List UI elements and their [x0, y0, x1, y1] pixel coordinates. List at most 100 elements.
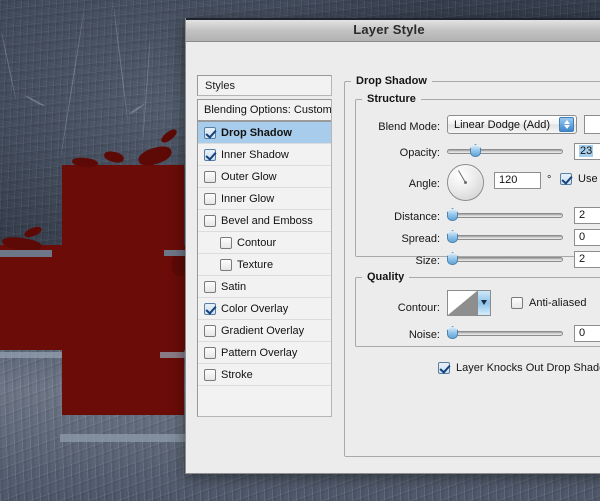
blend-mode-label: Blend Mode:: [378, 121, 440, 133]
layer-knocks-out-label: Layer Knocks Out Drop Shadow: [456, 362, 600, 374]
style-label: Texture: [237, 258, 274, 271]
styles-list[interactable]: Blending Options: Custom Drop Shadow Inn…: [197, 99, 332, 417]
angle-value: 120: [499, 174, 518, 186]
distance-slider[interactable]: [447, 208, 563, 222]
style-row-texture[interactable]: Texture: [198, 254, 331, 276]
slider-knob[interactable]: [447, 326, 458, 339]
slider-track: [447, 257, 563, 262]
dialog-title: Layer Style: [353, 22, 425, 37]
paint-splatter: [103, 149, 125, 165]
checkbox-anti-aliased[interactable]: [511, 297, 523, 309]
chevron-down-icon[interactable]: [477, 291, 490, 315]
checkbox-texture[interactable]: [220, 258, 232, 271]
angle-hub: [464, 181, 467, 184]
noise-input[interactable]: 0: [574, 325, 600, 342]
style-row-color-overlay[interactable]: Color Overlay: [198, 298, 331, 320]
spread-slider[interactable]: [447, 230, 563, 244]
style-label: Outer Glow: [221, 170, 277, 183]
checkbox-pattern-overlay[interactable]: [204, 346, 216, 359]
contour-preset-picker[interactable]: [447, 290, 491, 316]
style-row-bevel-and-emboss[interactable]: Bevel and Emboss: [198, 210, 331, 232]
style-row-inner-glow[interactable]: Inner Glow: [198, 188, 331, 210]
angle-input[interactable]: 120: [494, 172, 541, 189]
slider-track: [447, 331, 563, 336]
opacity-slider[interactable]: [447, 144, 563, 158]
style-label: Pattern Overlay: [221, 346, 298, 359]
metal-chip: [0, 352, 62, 358]
quality-group-label: Quality: [367, 271, 405, 283]
opacity-value: 23: [579, 145, 594, 157]
checkbox-bevel-and-emboss[interactable]: [204, 214, 216, 227]
style-row-outer-glow[interactable]: Outer Glow: [198, 166, 331, 188]
checkbox-outer-glow[interactable]: [204, 170, 216, 183]
style-label: Satin: [221, 280, 247, 293]
shadow-color-swatch[interactable]: [584, 115, 600, 134]
checkbox-use-global-light[interactable]: [560, 173, 572, 185]
dialog-titlebar[interactable]: Layer Style: [186, 18, 600, 42]
slider-track: [447, 149, 563, 154]
distance-value: 2: [579, 209, 586, 221]
distance-input[interactable]: 2: [574, 207, 600, 224]
contour-curve-preview: [448, 291, 477, 315]
slider-knob[interactable]: [447, 208, 458, 221]
checkbox-contour[interactable]: [220, 236, 232, 249]
checkbox-stroke[interactable]: [204, 368, 216, 381]
opacity-input[interactable]: 23: [574, 143, 600, 160]
anti-aliased-row[interactable]: Anti-aliased: [511, 297, 586, 309]
metal-chip: [0, 250, 52, 257]
checkbox-inner-shadow[interactable]: [204, 148, 216, 161]
spread-label: Spread:: [401, 233, 440, 245]
checkbox-drop-shadow[interactable]: [204, 126, 216, 139]
size-label: Size:: [415, 255, 440, 267]
style-label: Inner Shadow: [221, 148, 289, 161]
size-value: 2: [579, 253, 586, 265]
slider-knob[interactable]: [447, 230, 458, 243]
size-input[interactable]: 2: [574, 251, 600, 268]
structure-group-label: Structure: [367, 93, 416, 105]
blending-options-row[interactable]: Blending Options: Custom: [198, 100, 331, 122]
chevron-updown-icon[interactable]: [559, 117, 574, 132]
style-row-contour[interactable]: Contour: [198, 232, 331, 254]
style-label: Bevel and Emboss: [221, 214, 313, 227]
paint-splatter: [159, 127, 179, 145]
slider-track: [447, 235, 563, 240]
opacity-label: Opacity:: [399, 147, 440, 159]
styles-panel: Styles Blending Options: Custom Drop Sha…: [197, 75, 332, 457]
checkbox-satin[interactable]: [204, 280, 216, 293]
style-row-pattern-overlay[interactable]: Pattern Overlay: [198, 342, 331, 364]
noise-value: 0: [579, 327, 586, 339]
style-row-stroke[interactable]: Stroke: [198, 364, 331, 386]
checkbox-layer-knocks-out[interactable]: [438, 362, 450, 374]
angle-unit: °: [547, 174, 552, 186]
style-row-drop-shadow[interactable]: Drop Shadow: [198, 122, 331, 144]
layer-knocks-out-row[interactable]: Layer Knocks Out Drop Shadow: [438, 362, 600, 374]
style-row-gradient-overlay[interactable]: Gradient Overlay: [198, 320, 331, 342]
spread-input[interactable]: 0: [574, 229, 600, 246]
styles-header[interactable]: Styles: [197, 75, 332, 96]
use-global-light-row[interactable]: Use Global Li: [560, 173, 600, 185]
style-label: Gradient Overlay: [221, 324, 305, 337]
blending-options-label: Blending Options: Custom: [204, 104, 332, 116]
checkbox-inner-glow[interactable]: [204, 192, 216, 205]
drop-shadow-group-label: Drop Shadow: [356, 75, 427, 87]
spread-value: 0: [579, 231, 586, 243]
drop-shadow-pane: Drop Shadow Structure Blend Mode: Linear…: [344, 75, 600, 457]
blend-mode-select[interactable]: Linear Dodge (Add): [447, 115, 577, 134]
style-label: Contour: [237, 236, 277, 249]
checkbox-gradient-overlay[interactable]: [204, 324, 216, 337]
slider-knob[interactable]: [447, 252, 458, 265]
slider-knob[interactable]: [470, 144, 481, 157]
slider-track: [447, 213, 563, 218]
dialog-body: Styles Blending Options: Custom Drop Sha…: [186, 42, 600, 473]
layer-style-dialog: Layer Style Styles Blending Options: Cus…: [185, 18, 600, 474]
angle-dial[interactable]: [447, 164, 484, 201]
style-label: Color Overlay: [221, 302, 289, 315]
metal-chip: [60, 434, 186, 442]
size-slider[interactable]: [447, 252, 563, 266]
checkbox-color-overlay[interactable]: [204, 302, 216, 315]
noise-slider[interactable]: [447, 326, 563, 340]
style-row-inner-shadow[interactable]: Inner Shadow: [198, 144, 331, 166]
use-global-light-label: Use Global Li: [578, 173, 600, 185]
style-label: Inner Glow: [221, 192, 275, 205]
style-row-satin[interactable]: Satin: [198, 276, 331, 298]
